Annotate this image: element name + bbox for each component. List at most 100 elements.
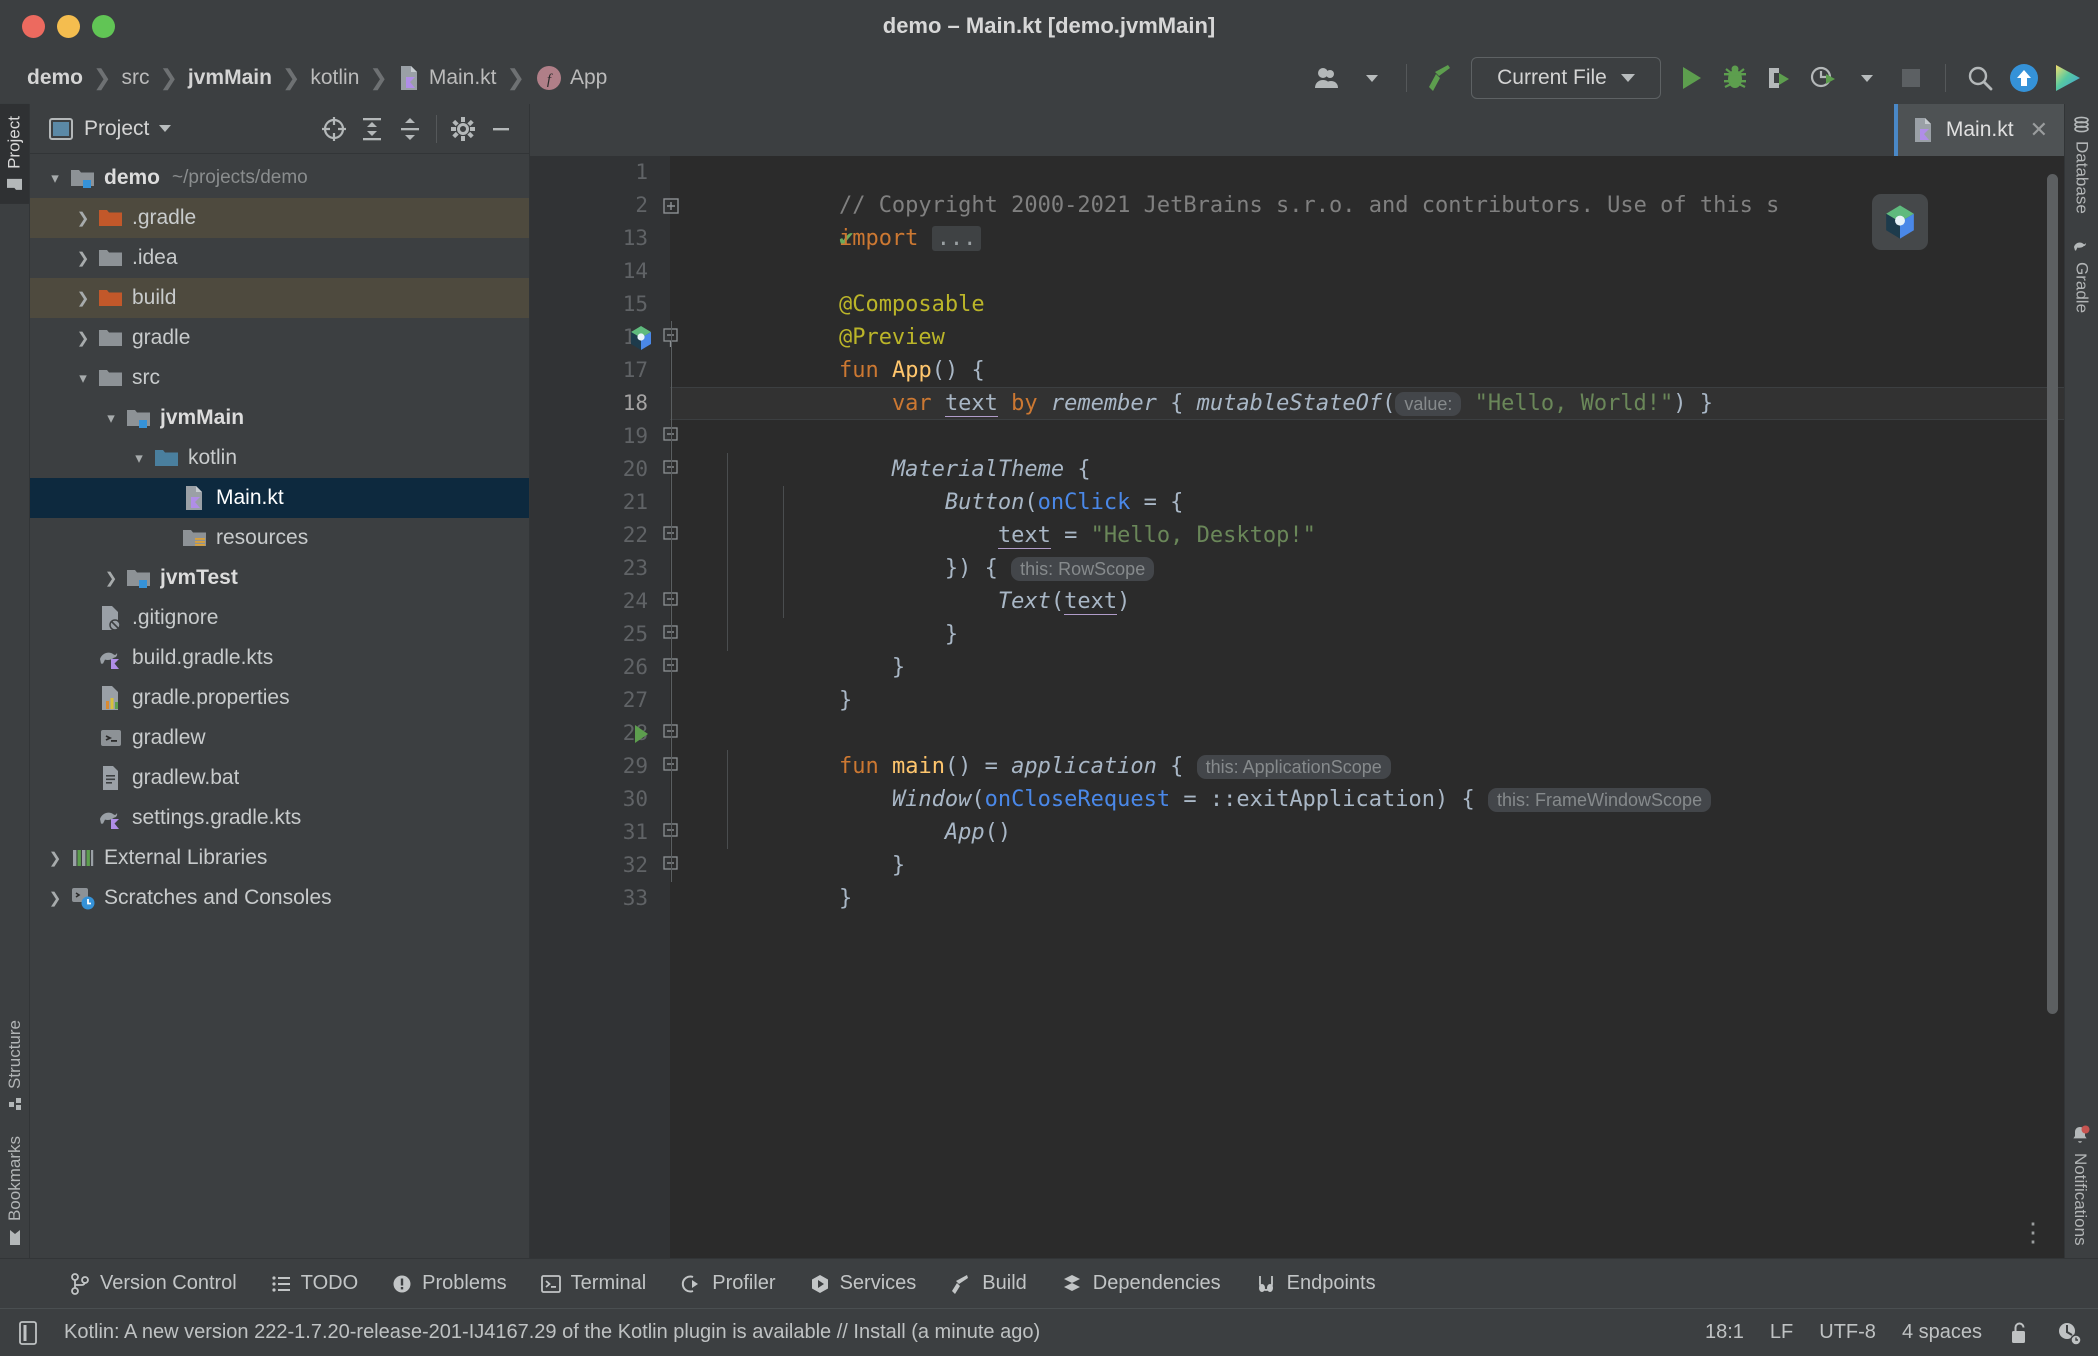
run-with-coverage-icon[interactable]: [1759, 58, 1799, 98]
close-icon[interactable]: ✕: [2030, 117, 2048, 143]
status-message[interactable]: Kotlin: A new version 222-1.7.20-release…: [64, 1321, 1040, 1344]
run-icon[interactable]: [1671, 58, 1711, 98]
breadcrumb-item-demo[interactable]: demo: [22, 63, 88, 93]
run-configuration-selector[interactable]: Current File: [1471, 57, 1661, 99]
breadcrumb-item-main-kt[interactable]: Main.kt: [393, 62, 502, 94]
collapsed-imports-fold[interactable]: ...: [932, 226, 982, 251]
tree-node-main-kt[interactable]: Main.kt: [30, 478, 529, 518]
file-encoding[interactable]: UTF-8: [1819, 1321, 1876, 1344]
tree-node-demo[interactable]: ▾ demo ~/projects/demo: [30, 158, 529, 198]
line-separator[interactable]: LF: [1770, 1321, 1793, 1344]
sidebar-item-project[interactable]: Project: [0, 104, 29, 204]
breadcrumb-item-kotlin[interactable]: kotlin: [305, 63, 364, 93]
chevron-right-icon[interactable]: ❯: [42, 849, 68, 867]
bottom-item-build[interactable]: Build: [936, 1267, 1040, 1300]
select-target-icon[interactable]: [316, 111, 352, 147]
bottom-item-endpoints[interactable]: Endpoints: [1241, 1267, 1390, 1300]
bottom-item-version-control[interactable]: Version Control: [56, 1267, 251, 1300]
editor-vertical-scrollbar[interactable]: [2047, 174, 2058, 1014]
breadcrumb-item-src[interactable]: src: [116, 63, 154, 93]
chevron-down-icon[interactable]: ▾: [42, 169, 68, 187]
build-hammer-icon[interactable]: [1421, 58, 1461, 98]
caret-position[interactable]: 18:1: [1705, 1321, 1744, 1344]
sidebar-item-bookmarks[interactable]: Bookmarks: [0, 1124, 30, 1258]
tree-node-scratches-and-consoles[interactable]: ❯ Scratches and Consoles: [30, 878, 529, 918]
tree-node-resources[interactable]: resources: [30, 518, 529, 558]
gitignore-file-icon: [96, 605, 126, 631]
stop-icon[interactable]: [1891, 58, 1931, 98]
indent-setting[interactable]: 4 spaces: [1902, 1321, 1982, 1344]
tree-node-dot-gradle[interactable]: ❯ .gradle: [30, 198, 529, 238]
close-window-button[interactable]: [22, 15, 45, 38]
unlocked-icon[interactable]: [2008, 1320, 2030, 1346]
chevron-right-icon[interactable]: ❯: [70, 289, 96, 307]
compose-app-icon[interactable]: [2048, 58, 2088, 98]
tree-node-jvmmain[interactable]: ▾ jvmMain: [30, 398, 529, 438]
profiler-dropdown-icon[interactable]: [1847, 58, 1887, 98]
user-settings-dropdown-icon[interactable]: [1352, 58, 1392, 98]
tree-node-external-libraries[interactable]: ❯ External Libraries: [30, 838, 529, 878]
search-icon[interactable]: [1960, 58, 2000, 98]
editor-more-options-icon[interactable]: ⋮: [2020, 1226, 2046, 1240]
sidebar-item-structure[interactable]: Structure: [0, 1008, 30, 1124]
chevron-right-icon[interactable]: ❯: [98, 569, 124, 587]
project-tree[interactable]: ▾ demo ~/projects/demo ❯ .gradle: [30, 154, 529, 1258]
project-view-dropdown-icon[interactable]: [159, 125, 171, 132]
bottom-item-profiler[interactable]: Profiler: [666, 1267, 789, 1300]
tab-main-kt[interactable]: Main.kt ✕: [1894, 104, 2064, 156]
bottom-item-problems[interactable]: Problems: [378, 1267, 520, 1300]
gradle-kts-file-icon: [96, 806, 126, 830]
chevron-right-icon[interactable]: ❯: [70, 209, 96, 227]
sidebar-item-database[interactable]: Database: [2065, 104, 2098, 226]
chevron-down-icon[interactable]: ▾: [126, 449, 152, 467]
collapse-all-icon[interactable]: [392, 111, 428, 147]
debug-icon[interactable]: [1715, 58, 1755, 98]
git-branch-icon[interactable]: [2056, 1320, 2082, 1346]
tree-node-settings-gradle-kts[interactable]: settings.gradle.kts: [30, 798, 529, 838]
bottom-item-terminal[interactable]: Terminal: [527, 1267, 661, 1300]
run-gutter-icon[interactable]: [626, 717, 656, 750]
tree-node-gitignore[interactable]: .gitignore: [30, 598, 529, 638]
tree-node-kotlin[interactable]: ▾ kotlin: [30, 438, 529, 478]
code-line-31: }: [670, 816, 2064, 849]
chevron-right-icon[interactable]: ❯: [70, 329, 96, 347]
update-project-icon[interactable]: [2004, 58, 2044, 98]
bottom-item-services[interactable]: Services: [796, 1267, 931, 1300]
tree-node-gradlew[interactable]: gradlew: [30, 718, 529, 758]
user-settings-icon[interactable]: [1308, 58, 1348, 98]
compose-preview-gutter-icon[interactable]: [626, 321, 656, 354]
chevron-down-icon[interactable]: ▾: [70, 369, 96, 387]
sidebar-item-gradle[interactable]: Gradle: [2065, 226, 2098, 325]
bottom-item-todo[interactable]: TODO: [257, 1267, 372, 1300]
editor-gutter[interactable]: 1 2 13 14 15 16 17 18 19 20 21 22 23 24 …: [530, 156, 670, 1258]
settings-gear-icon[interactable]: [445, 111, 481, 147]
tree-node-src[interactable]: ▾ src: [30, 358, 529, 398]
chevron-right-icon[interactable]: ❯: [70, 249, 96, 267]
compose-preview-button[interactable]: [1872, 194, 1928, 250]
chevron-right-icon[interactable]: ❯: [42, 889, 68, 907]
breadcrumb-item-jvmmain[interactable]: jvmMain: [183, 63, 277, 93]
tree-node-label: jvmTest: [160, 566, 238, 590]
editor-viewport[interactable]: 1 2 13 14 15 16 17 18 19 20 21 22 23 24 …: [530, 156, 2064, 1258]
inlay-hint-value[interactable]: value:: [1395, 392, 1461, 416]
tree-node-jvmtest[interactable]: ❯ jvmTest: [30, 558, 529, 598]
tree-node-dot-idea[interactable]: ❯ .idea: [30, 238, 529, 278]
sidebar-item-label: Gradle: [2072, 262, 2092, 313]
expand-all-icon[interactable]: [354, 111, 390, 147]
tree-node-gradle[interactable]: ❯ gradle: [30, 318, 529, 358]
memory-indicator-icon[interactable]: [16, 1320, 40, 1346]
sidebar-item-notifications[interactable]: Notifications: [2065, 1113, 2095, 1258]
window-controls[interactable]: [0, 15, 115, 38]
zoom-window-button[interactable]: [92, 15, 115, 38]
tree-node-build[interactable]: ❯ build: [30, 278, 529, 318]
profiler-icon[interactable]: [1803, 58, 1843, 98]
bottom-item-dependencies[interactable]: Dependencies: [1047, 1267, 1235, 1300]
chevron-down-icon[interactable]: ▾: [98, 409, 124, 427]
code-text-area[interactable]: // Copyright 2000-2021 JetBrains s.r.o. …: [670, 156, 2064, 1258]
minimize-window-button[interactable]: [57, 15, 80, 38]
tree-node-gradlew-bat[interactable]: gradlew.bat: [30, 758, 529, 798]
breadcrumb-item-app[interactable]: f App: [530, 61, 612, 95]
tree-node-gradle-properties[interactable]: gradle.properties: [30, 678, 529, 718]
tree-node-build-gradle-kts[interactable]: build.gradle.kts: [30, 638, 529, 678]
hide-panel-icon[interactable]: [483, 111, 519, 147]
